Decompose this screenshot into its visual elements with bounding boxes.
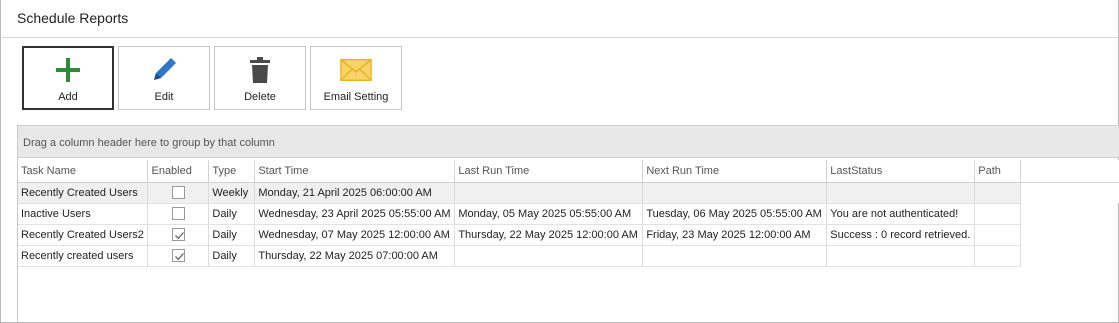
schedule-table: Task Name Enabled Type Start Time Last R… [18, 160, 1119, 267]
pencil-icon [148, 55, 180, 85]
cell-path[interactable] [974, 203, 1022, 225]
cell-next-run-time[interactable]: Friday, 23 May 2025 12:00:00 AM [642, 224, 828, 246]
cell-type[interactable]: Weekly [208, 182, 256, 204]
cell-last-status[interactable] [826, 245, 976, 267]
title-bar: Schedule Reports [2, 0, 1118, 38]
cell-task-name[interactable]: Recently Created Users [18, 182, 149, 204]
table-header-row: Task Name Enabled Type Start Time Last R… [18, 160, 1119, 183]
column-header-task-name[interactable]: Task Name [18, 160, 149, 183]
enabled-checkbox[interactable] [171, 186, 185, 199]
cell-enabled[interactable] [147, 224, 210, 246]
cell-task-name[interactable]: Inactive Users [18, 203, 149, 225]
cell-start-time[interactable]: Wednesday, 07 May 2025 12:00:00 AM [254, 224, 456, 246]
cell-path[interactable] [974, 245, 1022, 267]
plus-icon [52, 55, 84, 85]
email-setting-button-label: Email Setting [323, 91, 389, 103]
schedule-grid: Drag a column header here to group by th… [17, 125, 1119, 322]
window-frame: Schedule Reports Add Edit Delete Email S… [0, 0, 1119, 323]
table-row[interactable]: Inactive Users Daily Wednesday, 23 April… [18, 203, 1119, 225]
cell-start-time[interactable]: Wednesday, 23 April 2025 05:55:00 AM [254, 203, 456, 225]
enabled-checkbox[interactable] [171, 207, 185, 220]
row-filler [1021, 224, 1119, 245]
table-row[interactable]: Recently Created Users Weekly Monday, 21… [18, 182, 1119, 204]
cell-path[interactable] [974, 182, 1022, 204]
cell-path[interactable] [974, 224, 1022, 246]
cell-enabled[interactable] [147, 245, 210, 267]
row-filler [1021, 203, 1119, 224]
cell-next-run-time[interactable] [642, 182, 828, 204]
cell-start-time[interactable]: Thursday, 22 May 2025 07:00:00 AM [254, 245, 456, 267]
edit-button[interactable]: Edit [118, 46, 210, 110]
cell-task-name[interactable]: Recently created users [18, 245, 149, 267]
cell-last-status[interactable]: You are not authenticated! [826, 203, 976, 225]
envelope-icon [340, 55, 372, 85]
column-header-enabled[interactable]: Enabled [147, 160, 210, 183]
table-row[interactable]: Recently Created Users2 Daily Wednesday,… [18, 224, 1119, 246]
cell-last-status[interactable]: Success : 0 record retrieved. [826, 224, 976, 246]
email-setting-button[interactable]: Email Setting [310, 46, 402, 110]
delete-button[interactable]: Delete [214, 46, 306, 110]
column-header-start-time[interactable]: Start Time [254, 160, 456, 183]
row-filler [1020, 182, 1119, 203]
cell-type[interactable]: Daily [208, 245, 256, 267]
add-button-label: Add [58, 91, 78, 103]
table-row[interactable]: Recently created users Daily Thursday, 2… [18, 245, 1119, 267]
cell-last-run-time[interactable]: Thursday, 22 May 2025 12:00:00 AM [454, 224, 644, 246]
group-by-panel[interactable]: Drag a column header here to group by th… [18, 125, 1119, 158]
cell-next-run-time[interactable]: Tuesday, 06 May 2025 05:55:00 AM [642, 203, 828, 225]
cell-type[interactable]: Daily [208, 203, 256, 225]
cell-type[interactable]: Daily [208, 224, 256, 246]
group-by-hint: Drag a column header here to group by th… [23, 137, 275, 149]
column-header-type[interactable]: Type [208, 160, 256, 183]
cell-last-run-time[interactable] [454, 245, 644, 267]
row-filler [1021, 245, 1119, 266]
header-filler [1020, 160, 1119, 183]
column-header-last-status[interactable]: LastStatus [826, 160, 976, 183]
page-title: Schedule Reports [17, 10, 129, 26]
add-button[interactable]: Add [22, 46, 114, 110]
enabled-checkbox[interactable] [171, 249, 185, 262]
column-header-last-run-time[interactable]: Last Run Time [454, 160, 644, 183]
cell-start-time[interactable]: Monday, 21 April 2025 06:00:00 AM [254, 182, 456, 204]
cell-last-run-time[interactable]: Monday, 05 May 2025 05:55:00 AM [454, 203, 644, 225]
enabled-checkbox[interactable] [171, 228, 185, 241]
cell-task-name[interactable]: Recently Created Users2 [18, 224, 149, 246]
column-header-next-run-time[interactable]: Next Run Time [642, 160, 828, 183]
delete-button-label: Delete [244, 91, 276, 103]
cell-next-run-time[interactable] [642, 245, 828, 267]
cell-enabled[interactable] [147, 182, 210, 204]
cell-last-run-time[interactable] [454, 182, 644, 204]
edit-button-label: Edit [154, 91, 174, 103]
trash-icon [244, 55, 276, 85]
column-header-path[interactable]: Path [974, 160, 1022, 183]
cell-last-status[interactable] [826, 182, 976, 204]
cell-enabled[interactable] [147, 203, 210, 225]
